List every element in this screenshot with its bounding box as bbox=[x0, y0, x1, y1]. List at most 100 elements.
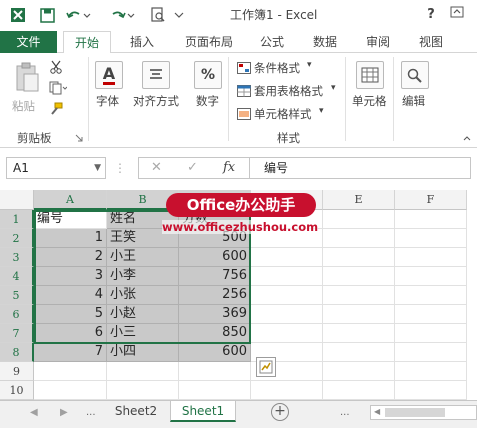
row-header-9[interactable]: 9 bbox=[0, 362, 34, 381]
cell-f10[interactable] bbox=[395, 381, 467, 400]
paste-icon[interactable] bbox=[12, 61, 42, 95]
conditional-format-dropdown-icon[interactable]: ▾ bbox=[307, 60, 312, 70]
conditional-format-icon[interactable] bbox=[236, 61, 252, 75]
cell-a1[interactable]: 编号 bbox=[34, 210, 107, 229]
editing-button-label[interactable]: 编辑 bbox=[402, 93, 425, 109]
name-box-dropdown-icon[interactable]: ▼ bbox=[94, 158, 101, 178]
row-header-3[interactable]: 3 bbox=[0, 248, 34, 267]
alignment-button-label[interactable]: 对齐方式 bbox=[133, 93, 179, 109]
cell-d4[interactable] bbox=[251, 267, 323, 286]
cut-icon[interactable] bbox=[48, 59, 64, 75]
cell-a2[interactable]: 1 bbox=[34, 229, 107, 248]
formula-bar-splitter-icon[interactable]: ⋮ bbox=[114, 160, 126, 176]
cell-d10[interactable] bbox=[251, 381, 323, 400]
alignment-icon[interactable] bbox=[142, 61, 170, 89]
row-header-8[interactable]: 8 bbox=[0, 343, 34, 362]
cell-a4[interactable]: 3 bbox=[34, 267, 107, 286]
cell-f6[interactable] bbox=[395, 305, 467, 324]
font-icon[interactable]: A bbox=[95, 61, 123, 89]
tab-split-ellipsis[interactable]: ... bbox=[340, 407, 350, 418]
quick-analysis-icon[interactable] bbox=[256, 357, 276, 377]
cell-styles-button[interactable]: 单元格样式 bbox=[254, 106, 312, 122]
row-header-4[interactable]: 4 bbox=[0, 267, 34, 286]
cell-e1[interactable] bbox=[323, 210, 395, 229]
cell-e8[interactable] bbox=[323, 343, 395, 362]
add-sheet-button[interactable]: + bbox=[271, 403, 289, 421]
cell-c4[interactable]: 756 bbox=[179, 267, 251, 286]
help-button[interactable]: ? bbox=[421, 5, 441, 25]
copy-icon[interactable] bbox=[48, 80, 68, 96]
cell-e5[interactable] bbox=[323, 286, 395, 305]
cell-e7[interactable] bbox=[323, 324, 395, 343]
row-header-7[interactable]: 7 bbox=[0, 324, 34, 343]
format-painter-icon[interactable] bbox=[48, 101, 64, 117]
sheet-tab-sheet1[interactable]: Sheet1 bbox=[170, 401, 236, 422]
cell-f8[interactable] bbox=[395, 343, 467, 362]
cell-b6[interactable]: 小赵 bbox=[107, 305, 179, 324]
cell-c8[interactable]: 600 bbox=[179, 343, 251, 362]
cell-e10[interactable] bbox=[323, 381, 395, 400]
cell-a10[interactable] bbox=[34, 381, 107, 400]
paste-label[interactable]: 粘贴 bbox=[12, 98, 35, 114]
cell-c3[interactable]: 600 bbox=[179, 248, 251, 267]
cell-b7[interactable]: 小三 bbox=[107, 324, 179, 343]
cell-b3[interactable]: 小王 bbox=[107, 248, 179, 267]
cell-e3[interactable] bbox=[323, 248, 395, 267]
clipboard-launcher-icon[interactable] bbox=[74, 133, 84, 143]
cell-f9[interactable] bbox=[395, 362, 467, 381]
row-header-10[interactable]: 10 bbox=[0, 381, 34, 400]
customize-qat-icon[interactable] bbox=[173, 5, 185, 25]
cell-a8[interactable]: 7 bbox=[34, 343, 107, 362]
select-all-corner[interactable] bbox=[0, 190, 34, 210]
cell-c10[interactable] bbox=[179, 381, 251, 400]
column-header-a[interactable]: A bbox=[34, 190, 107, 210]
cell-f1[interactable] bbox=[395, 210, 467, 229]
scrollbar-thumb[interactable] bbox=[385, 408, 445, 417]
cell-a3[interactable]: 2 bbox=[34, 248, 107, 267]
cell-f5[interactable] bbox=[395, 286, 467, 305]
row-header-6[interactable]: 6 bbox=[0, 305, 34, 324]
row-header-2[interactable]: 2 bbox=[0, 229, 34, 248]
scroll-left-icon[interactable]: ◀ bbox=[374, 407, 380, 416]
horizontal-scrollbar[interactable]: ◀ bbox=[370, 405, 477, 420]
editing-icon[interactable] bbox=[401, 61, 429, 89]
cell-e6[interactable] bbox=[323, 305, 395, 324]
tab-page-layout[interactable]: 页面布局 bbox=[174, 31, 244, 53]
undo-icon[interactable] bbox=[63, 5, 93, 25]
cancel-entry-icon[interactable]: ✕ bbox=[151, 160, 162, 175]
redo-icon[interactable] bbox=[107, 5, 137, 25]
ribbon-display-options-icon[interactable] bbox=[447, 5, 467, 25]
cell-c9[interactable] bbox=[179, 362, 251, 381]
tab-view[interactable]: 视图 bbox=[413, 31, 449, 53]
number-button-label[interactable]: 数字 bbox=[196, 93, 219, 109]
column-header-e[interactable]: E bbox=[323, 190, 395, 210]
cell-b10[interactable] bbox=[107, 381, 179, 400]
format-as-table-button[interactable]: 套用表格格式 bbox=[254, 83, 323, 99]
conditional-format-button[interactable]: 条件格式 bbox=[254, 60, 300, 76]
tab-review[interactable]: 审阅 bbox=[360, 31, 396, 53]
cells-icon[interactable] bbox=[356, 61, 384, 89]
format-as-table-icon[interactable] bbox=[236, 84, 252, 98]
cells-button-label[interactable]: 单元格 bbox=[352, 93, 387, 109]
cell-d7[interactable] bbox=[251, 324, 323, 343]
cell-e2[interactable] bbox=[323, 229, 395, 248]
collapse-ribbon-icon[interactable] bbox=[462, 133, 472, 143]
cell-c7[interactable]: 850 bbox=[179, 324, 251, 343]
insert-function-icon[interactable]: fx bbox=[223, 160, 235, 175]
number-format-icon[interactable]: % bbox=[194, 61, 222, 89]
row-header-5[interactable]: 5 bbox=[0, 286, 34, 305]
cell-f3[interactable] bbox=[395, 248, 467, 267]
tab-formulas[interactable]: 公式 bbox=[252, 31, 292, 53]
formula-input[interactable]: 编号 bbox=[250, 157, 471, 179]
scroll-sheets-right-icon[interactable]: ▶ bbox=[60, 407, 68, 418]
cell-c5[interactable]: 256 bbox=[179, 286, 251, 305]
format-as-table-dropdown-icon[interactable]: ▾ bbox=[331, 83, 336, 93]
cell-f7[interactable] bbox=[395, 324, 467, 343]
tab-file[interactable]: 文件 bbox=[0, 31, 57, 53]
cell-b8[interactable]: 小四 bbox=[107, 343, 179, 362]
cell-d5[interactable] bbox=[251, 286, 323, 305]
cell-styles-icon[interactable] bbox=[236, 107, 252, 121]
tab-home[interactable]: 开始 bbox=[63, 31, 111, 54]
name-box[interactable]: A1 ▼ bbox=[6, 157, 106, 179]
sheet-tab-sheet2[interactable]: Sheet2 bbox=[104, 401, 168, 422]
